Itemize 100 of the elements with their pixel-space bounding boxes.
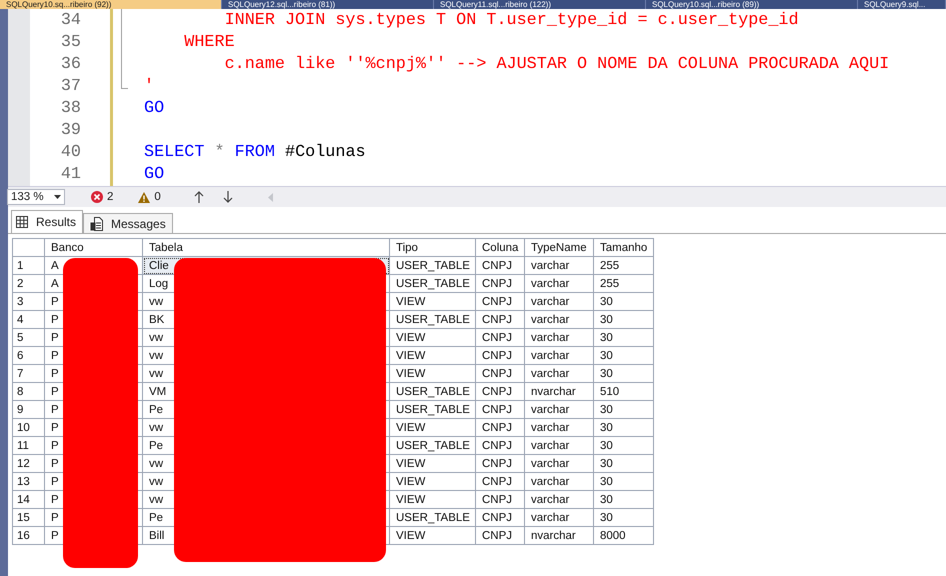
row-number: 2 [12,274,44,292]
row-number: 11 [12,436,44,454]
column-header[interactable]: Tipo [390,238,476,256]
result-tab[interactable]: Results [11,210,84,233]
column-header[interactable]: TypeName [524,238,594,256]
result-tab[interactable]: Messages [83,213,173,233]
table-cell: 30 [594,364,654,382]
table-cell: 30 [594,508,654,526]
table-cell: varchar [524,418,594,436]
line-number: 36 [60,54,81,76]
code-line: INNER JOIN sys.types T ON T.user_type_id = c.user_type_id [224,10,799,30]
line-number: 38 [60,98,81,120]
table-cell: varchar [524,436,594,454]
line-number: 34 [60,10,81,32]
table-cell: 30 [594,292,654,310]
table-cell: CNPJ [476,382,524,400]
table-cell: CNPJ [476,436,524,454]
table-cell: 30 [594,400,654,418]
table-cell: CNPJ [476,508,524,526]
table-cell: CNPJ [476,400,524,418]
table-cell: 30 [594,472,654,490]
column-header[interactable]: Banco [44,238,142,256]
row-number: 3 [12,292,44,310]
code-line: ' [144,76,154,96]
table-cell: 30 [594,490,654,508]
column-header[interactable]: Coluna [476,238,524,256]
table-cell: VIEW [390,454,476,472]
table-cell: VIEW [390,490,476,508]
row-number: 8 [12,382,44,400]
table-cell: USER_TABLE [390,256,476,274]
code-line: c.name like ''%cnpj%'' --> AJUSTAR O NOME DA COLUNA PROCURADA AQUI [224,54,890,74]
table-cell: CNPJ [476,472,524,490]
column-header[interactable]: Tabela [142,238,390,256]
row-number: 13 [12,472,44,490]
table-cell: varchar [524,328,594,346]
code-line: GO [144,165,164,184]
line-number: 41 [60,164,81,186]
table-cell: VIEW [390,328,476,346]
table-cell: CNPJ [476,328,524,346]
error-count: 2 [107,191,114,203]
line-number: 40 [60,142,81,164]
table-cell: 510 [594,382,654,400]
table-cell: CNPJ [476,526,524,544]
table-cell: varchar [524,256,594,274]
table-cell: USER_TABLE [390,274,476,292]
table-cell: CNPJ [476,490,524,508]
line-number: 37 [60,76,81,98]
table-cell: CNPJ [476,310,524,328]
row-number: 15 [12,508,44,526]
code-line: GO [144,99,164,118]
document-icon [90,216,104,230]
table-cell: nvarchar [524,382,594,400]
table-cell: 30 [594,346,654,364]
table-cell: USER_TABLE [390,310,476,328]
table-cell: CNPJ [476,292,524,310]
table-cell: USER_TABLE [390,382,476,400]
arrow-up-icon[interactable] [194,191,204,203]
code-outline-bracket[interactable] [121,9,128,89]
table-cell: CNPJ [476,274,524,292]
table-cell: varchar [524,472,594,490]
table-cell: nvarchar [524,526,594,544]
row-number: 14 [12,490,44,508]
line-number: 35 [60,32,81,54]
table-cell: 30 [594,310,654,328]
table-cell: varchar [524,346,594,364]
table-cell: 30 [594,418,654,436]
row-number: 6 [12,346,44,364]
table-cell: 8000 [594,526,654,544]
column-header[interactable]: Tamanho [594,238,654,256]
table-cell: varchar [524,454,594,472]
table-cell: 255 [594,274,654,292]
table-cell: CNPJ [476,364,524,382]
caret-icon [54,195,61,199]
table-cell: 30 [594,436,654,454]
arrow-down-icon[interactable] [222,191,233,203]
table-cell: 255 [594,256,654,274]
row-number: 7 [12,364,44,382]
table-cell: VIEW [390,292,476,310]
table-cell: CNPJ [476,346,524,364]
row-number: 4 [12,310,44,328]
grid-icon [16,216,28,228]
table-cell: 30 [594,454,654,472]
row-number: 12 [12,454,44,472]
table-cell: VIEW [390,526,476,544]
table-cell: VIEW [390,418,476,436]
zoom-dropdown[interactable]: 133 % [7,189,65,205]
table-cell: CNPJ [476,256,524,274]
table-cell: USER_TABLE [390,436,476,454]
row-number: 9 [12,400,44,418]
table-cell: varchar [524,490,594,508]
table-cell: 30 [594,328,654,346]
table-cell: varchar [524,274,594,292]
line-number: 39 [60,120,81,142]
table-cell: varchar [524,508,594,526]
table-cell: varchar [524,310,594,328]
table-cell: varchar [524,400,594,418]
warning-count: 0 [154,191,161,203]
warning-icon [138,192,150,202]
document-tab[interactable]: SQLQuery10.sq...ribeiro (92)) [0,0,222,9]
table-cell: varchar [524,364,594,382]
